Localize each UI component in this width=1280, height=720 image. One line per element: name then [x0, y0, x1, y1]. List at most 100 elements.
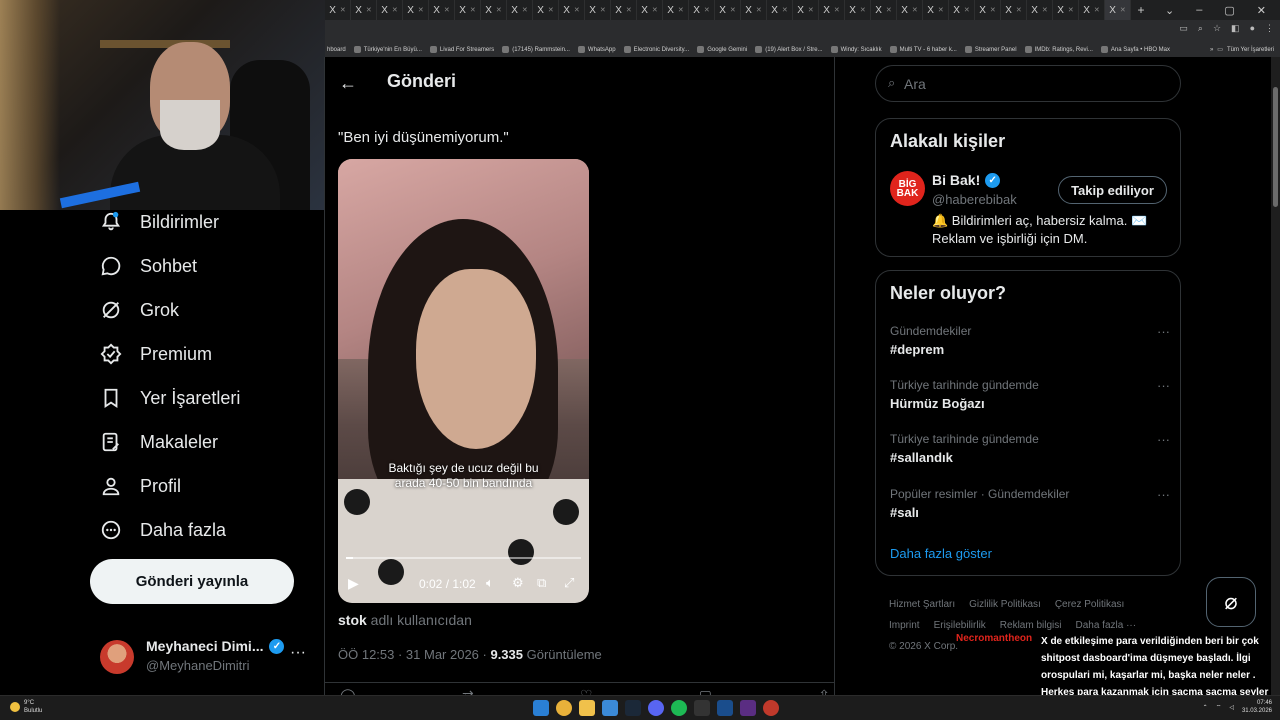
browser-tab[interactable]: X ✕ [897, 0, 923, 20]
source-user-link[interactable]: stok [338, 612, 367, 628]
browser-tab[interactable]: X ✕ [1027, 0, 1053, 20]
volume-tray-icon[interactable]: ◁ [1229, 704, 1234, 711]
spotify-icon[interactable] [671, 700, 687, 716]
tab-close-icon[interactable]: ✕ [392, 6, 398, 14]
browser-tab[interactable]: X ✕ [819, 0, 845, 20]
trend-item[interactable]: Gündemdekiler #deprem ··· [890, 324, 1170, 364]
following-button[interactable]: Takip ediliyor [1058, 176, 1167, 204]
cast-icon[interactable]: ▭ [1179, 23, 1188, 34]
browser-tab[interactable]: X ✕ [949, 0, 975, 20]
browser-tab[interactable]: X ✕ [637, 0, 663, 20]
menu-icon[interactable]: ⋮ [1265, 23, 1274, 34]
tab-close-icon[interactable]: ✕ [964, 6, 970, 14]
show-more-link[interactable]: Daha fazla göster [890, 546, 992, 561]
bookmark-item[interactable]: IMDb: Ratings, Revi... [1024, 46, 1093, 53]
app-icon[interactable] [763, 700, 779, 716]
bookmarks-overflow[interactable]: » [1210, 47, 1213, 53]
tab-close-icon[interactable]: ✕ [886, 6, 892, 14]
tab-close-icon[interactable]: ✕ [1120, 6, 1126, 14]
footer-link[interactable]: Gizlilik Politikası [969, 599, 1041, 610]
bookmark-item[interactable]: Windy: Sıcaklık [830, 46, 882, 53]
browser-tab[interactable]: X ✕ [507, 0, 533, 20]
file-explorer-icon[interactable] [579, 700, 595, 716]
tab-close-icon[interactable]: ✕ [366, 6, 372, 14]
bookmark-item[interactable]: hboard [327, 47, 346, 53]
new-tab-button[interactable]: + [1131, 3, 1151, 17]
browser-tab[interactable]: X ✕ [351, 0, 377, 20]
tab-close-icon[interactable]: ✕ [704, 6, 710, 14]
browser-tab[interactable]: X ✕ [455, 0, 481, 20]
tab-close-icon[interactable]: ✕ [808, 6, 814, 14]
page-scrollbar[interactable] [1271, 57, 1280, 695]
tab-close-icon[interactable]: ✕ [548, 6, 554, 14]
nav-item-articles[interactable]: Makaleler [100, 430, 218, 454]
epic-games-icon[interactable] [694, 700, 710, 716]
tab-close-icon[interactable]: ✕ [678, 6, 684, 14]
browser-tab[interactable]: X ✕ [559, 0, 585, 20]
related-name-row[interactable]: Bi Bak! ✓ [932, 172, 1001, 188]
bookmark-item[interactable]: Electronic Diversity... [623, 46, 689, 53]
video-player[interactable]: Baktığı şey de ucuz değil bu arada 40-50… [338, 159, 589, 603]
settings-gear-icon[interactable]: ⚙︎ [512, 575, 524, 591]
bookmark-item[interactable]: Türkiye'nin En Büyü... [353, 46, 422, 53]
browser-tab[interactable]: X ✕ [377, 0, 403, 20]
nav-item-notifications[interactable]: Bildirimler [100, 210, 219, 234]
browser-tab[interactable]: X ✕ [793, 0, 819, 20]
tab-close-icon[interactable]: ✕ [1094, 6, 1100, 14]
footer-link[interactable]: Çerez Politikası [1055, 599, 1124, 610]
browser-tab[interactable]: X ✕ [767, 0, 793, 20]
clock[interactable]: 07:46 31.03.2026 [1242, 699, 1272, 715]
tab-close-icon[interactable]: ✕ [730, 6, 736, 14]
footer-link[interactable]: Reklam bilgisi [1000, 620, 1062, 631]
tab-close-icon[interactable]: ✕ [1068, 6, 1074, 14]
play-icon[interactable]: ▶ [348, 575, 359, 592]
browser-tab[interactable]: X ✕ [871, 0, 897, 20]
tab-close-icon[interactable]: ✕ [574, 6, 580, 14]
browser-tab[interactable]: X ✕ [533, 0, 559, 20]
back-arrow-icon[interactable]: ← [339, 73, 357, 94]
bookmark-item[interactable]: Streamer Panel [964, 46, 1017, 53]
minimize-icon[interactable]: – [1196, 4, 1202, 17]
profile-icon[interactable]: ● [1250, 23, 1255, 34]
tab-close-icon[interactable]: ✕ [340, 6, 346, 14]
trend-item[interactable]: Popüler resimler · Gündemdekiler #salı ·… [890, 487, 1170, 527]
bookmark-item[interactable]: Livad For Streamers [429, 46, 494, 53]
footer-link[interactable]: Imprint [889, 620, 920, 631]
grok-floating-button[interactable]: ⌀ [1206, 577, 1256, 627]
all-bookmarks[interactable]: Tüm Yer İşaretleri [1227, 47, 1274, 53]
tab-close-icon[interactable]: ✕ [912, 6, 918, 14]
browser-tab[interactable]: X ✕ [1001, 0, 1027, 20]
bookmark-item[interactable]: Multi TV - 6 haber k... [889, 46, 957, 53]
tab-close-icon[interactable]: ✕ [626, 6, 632, 14]
footer-link[interactable]: Hizmet Şartları [889, 599, 955, 610]
post-button[interactable]: Gönderi yayınla [90, 559, 294, 604]
browser-tab[interactable]: X ✕ [975, 0, 1001, 20]
start-icon[interactable] [533, 700, 549, 716]
trend-more-icon[interactable]: ··· [1157, 324, 1170, 339]
post-timestamp[interactable]: ÖÖ 12:53 · 31 Mar 2026 · [338, 647, 490, 662]
tab-close-icon[interactable]: ✕ [990, 6, 996, 14]
tab-close-icon[interactable]: ✕ [756, 6, 762, 14]
browser-tab[interactable]: X ✕ [1053, 0, 1079, 20]
browser-tab[interactable]: X ✕ [715, 0, 741, 20]
tab-close-icon[interactable]: ✕ [600, 6, 606, 14]
browser-tab[interactable]: X ✕ [325, 0, 351, 20]
bookmark-item[interactable]: Ana Sayfa • HBO Max [1100, 46, 1170, 53]
maximize-icon[interactable]: ▢ [1224, 4, 1234, 17]
bookmark-item[interactable]: (19) Alert Box / Stre... [755, 46, 823, 53]
app-icon[interactable] [717, 700, 733, 716]
related-avatar[interactable]: BİG BAK [890, 171, 925, 206]
nav-item-profile[interactable]: Profil [100, 474, 181, 498]
tab-close-icon[interactable]: ✕ [1042, 6, 1048, 14]
browser-tab[interactable]: X ✕ [429, 0, 455, 20]
star-icon[interactable]: ☆ [1213, 23, 1221, 34]
browser-tab[interactable]: X ✕ [741, 0, 767, 20]
browser-tab[interactable]: X ✕ [403, 0, 429, 20]
weather-widget[interactable]: 9°C Bulutlu [10, 699, 42, 715]
trend-more-icon[interactable]: ··· [1157, 378, 1170, 393]
nav-item-bookmarks[interactable]: Yer İşaretleri [100, 386, 240, 410]
account-more-icon[interactable]: ··· [290, 644, 306, 662]
tab-close-icon[interactable]: ✕ [418, 6, 424, 14]
tab-close-icon[interactable]: ✕ [782, 6, 788, 14]
footer-link[interactable]: Daha fazla ··· [1075, 620, 1136, 631]
